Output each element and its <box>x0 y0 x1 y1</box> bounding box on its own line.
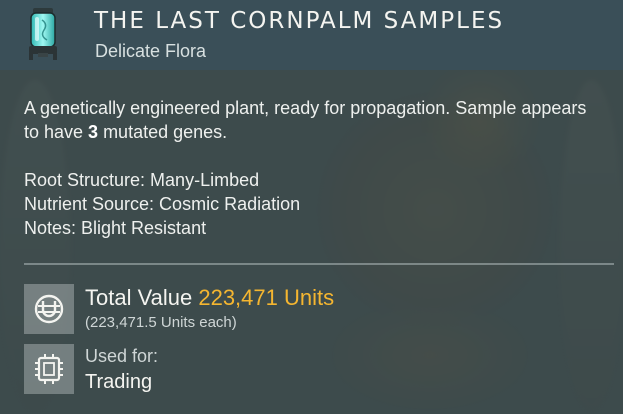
property-root-structure: Root Structure: Many-Limbed <box>24 170 260 190</box>
item-tooltip-panel: THE LAST CORNPALM SAMPLES Delicate Flora… <box>0 0 623 414</box>
total-value-amount: 223,471 Units <box>198 285 335 310</box>
unit-value-each: (223,471.5 Units each) <box>85 314 237 331</box>
usage-label: Used for: <box>85 346 159 366</box>
item-title: THE LAST CORNPALM SAMPLES <box>94 8 505 34</box>
total-value-label: Total Value <box>85 285 193 310</box>
specimen-tube-icon <box>18 6 68 62</box>
item-description: A genetically engineered plant, ready fo… <box>24 96 604 144</box>
description-text-end: mutated genes. <box>98 122 228 142</box>
property-notes: Notes: Blight Resistant <box>24 218 207 238</box>
mutated-gene-count: 3 <box>88 122 99 142</box>
trade-chip-icon <box>24 344 74 394</box>
property-nutrient-source: Nutrient Source: Cosmic Radiation <box>24 194 301 214</box>
usage-value: Trading <box>85 371 153 393</box>
units-currency-icon <box>24 284 74 334</box>
item-category: Delicate Flora <box>95 41 207 61</box>
item-properties: Root Structure: Many-Limbed Nutrient Sou… <box>24 168 300 240</box>
tooltip-header: THE LAST CORNPALM SAMPLES Delicate Flora <box>0 0 623 70</box>
total-value: Total Value 223,471 Units <box>85 285 334 311</box>
section-divider <box>24 263 614 265</box>
